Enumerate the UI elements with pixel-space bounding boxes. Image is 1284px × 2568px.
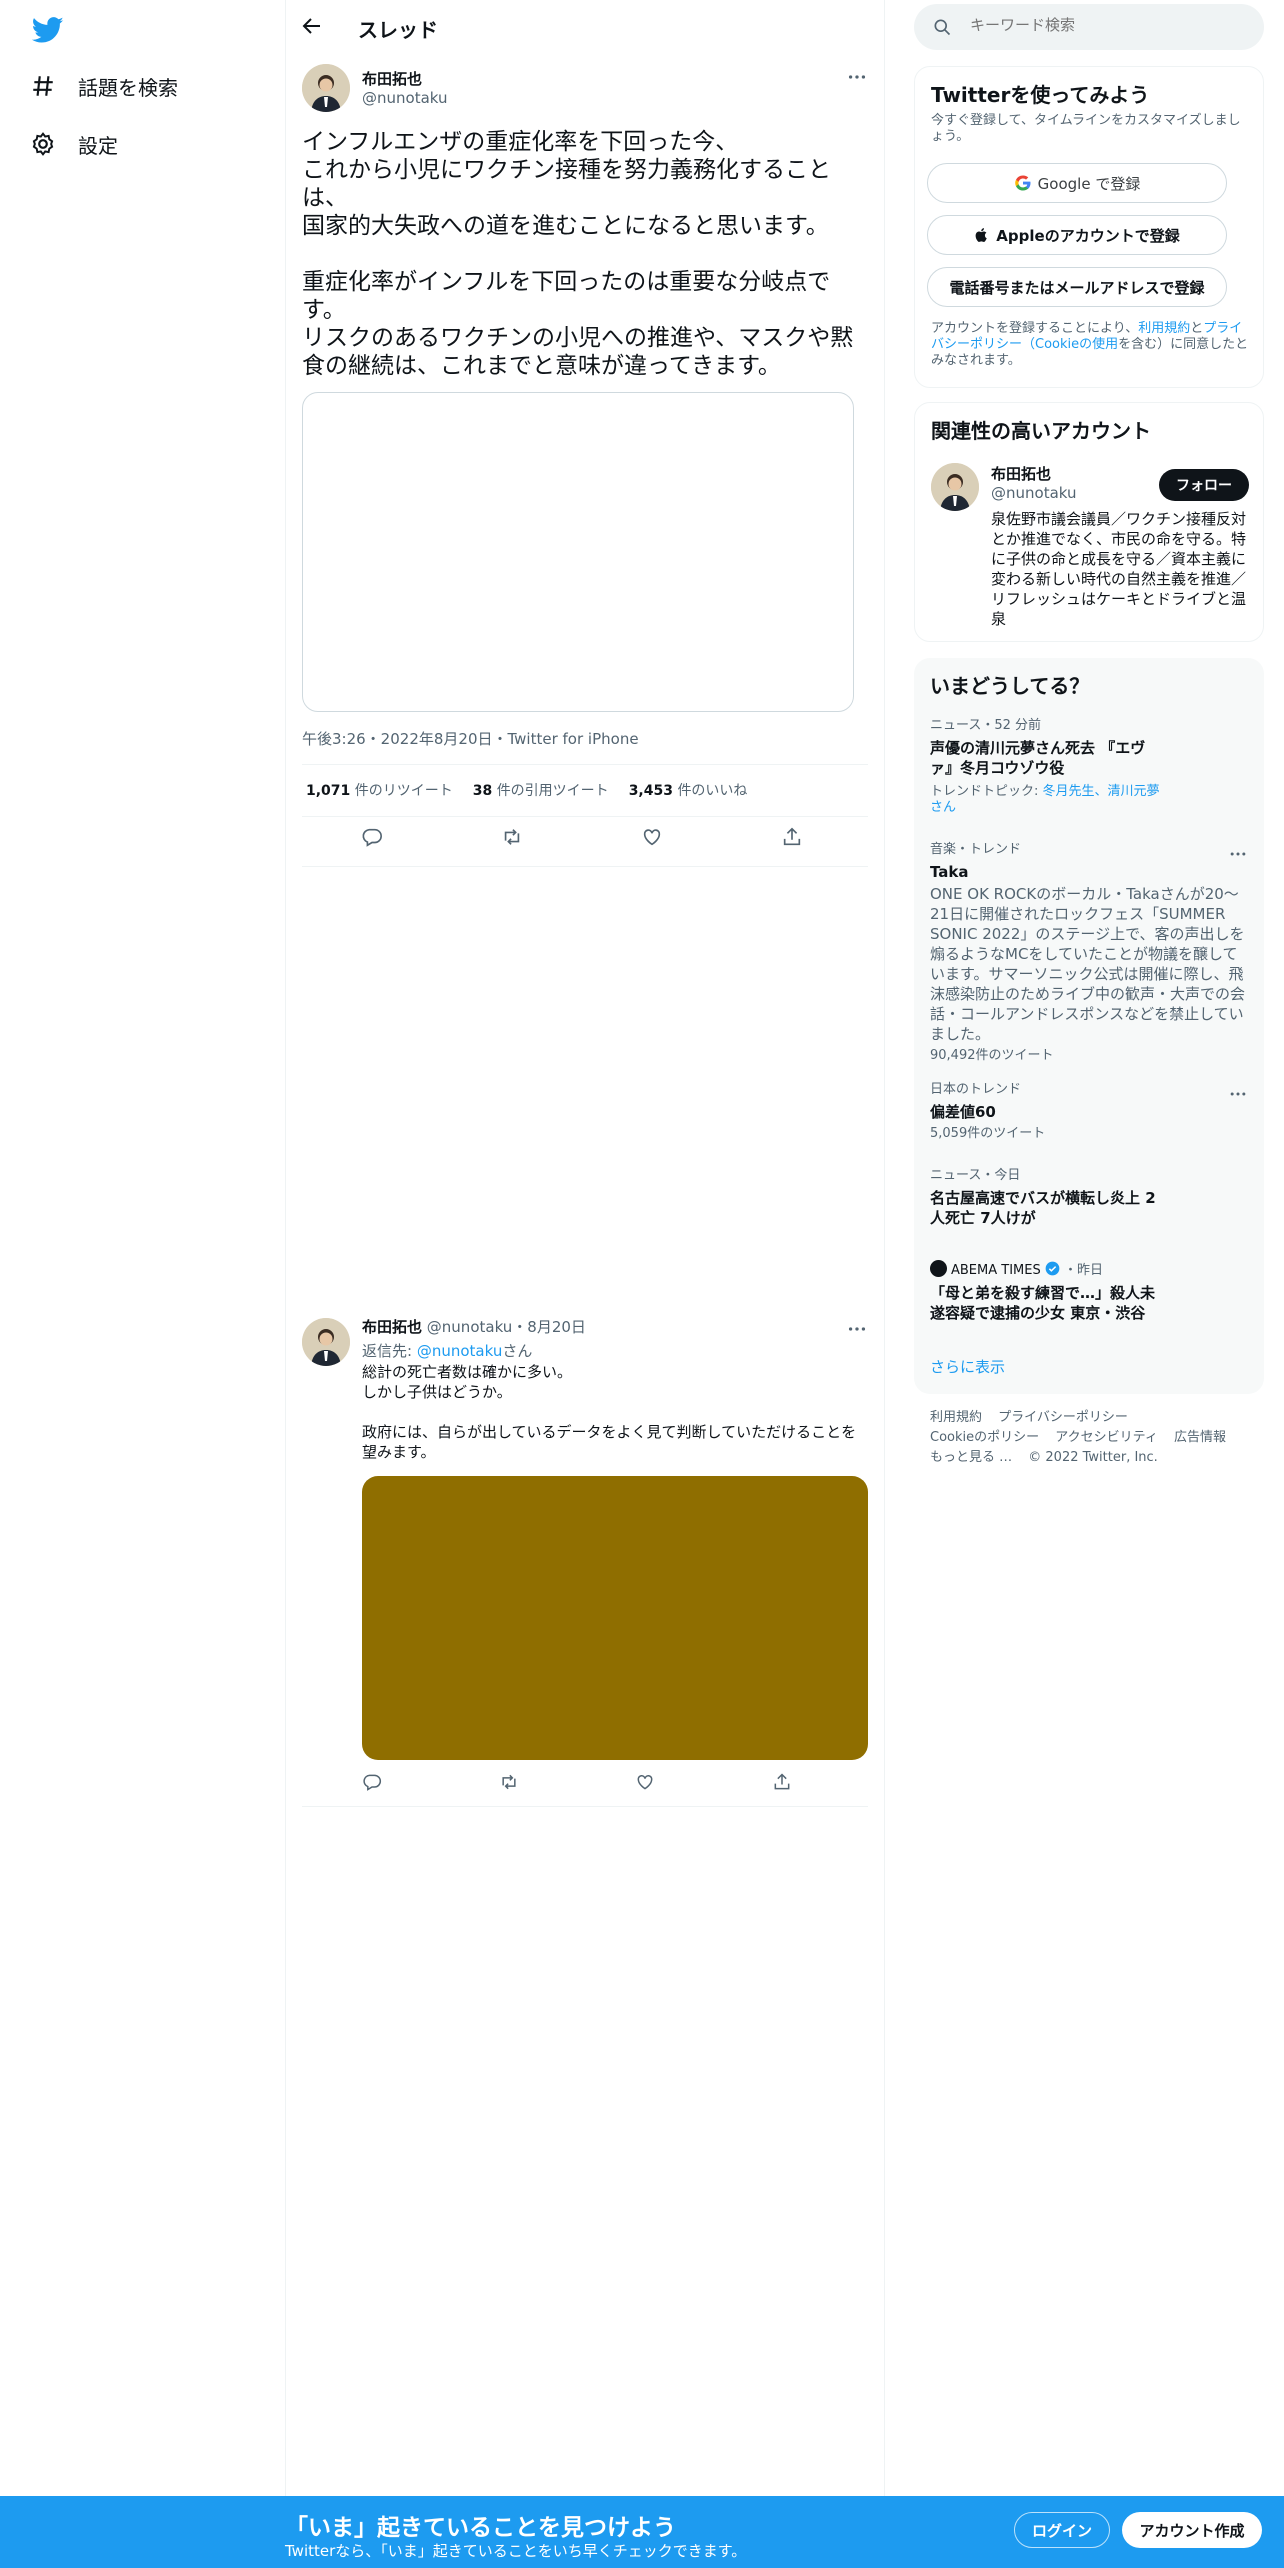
signup-card: Twitterを使ってみよう 今すぐ登録して、タイムラインをカスタマイズしましょ…: [914, 66, 1264, 388]
share-icon[interactable]: [772, 1772, 792, 1796]
related-accounts-card: 関連性の高いアカウント 布田拓也 @nunotaku フォロー 泉佐野市議会議員…: [914, 402, 1264, 642]
apple-signup-button[interactable]: Appleのアカウントで登録: [927, 215, 1227, 255]
trend-item[interactable]: ニュース・今日 名古屋高速でバスが横転し炎上 2人死亡 7人けが: [930, 1168, 1246, 1228]
gear-icon: [30, 131, 56, 157]
share-icon[interactable]: [781, 826, 803, 856]
reply-icon[interactable]: [362, 1772, 382, 1796]
back-arrow-icon[interactable]: [300, 14, 324, 38]
tweet-text: インフルエンザの重症化率を下回った今、 これから小児にワクチン接種を努力義務化す…: [302, 129, 854, 379]
related-handle[interactable]: @nunotaku: [991, 483, 1077, 502]
footer-links: 利用規約 プライバシーポリシー Cookieのポリシー アクセシビリティ 広告情…: [930, 1408, 1250, 1468]
trend-item[interactable]: 音楽・トレンド Taka ONE OK ROCKのボーカル・Takaさんが20～…: [930, 842, 1246, 1064]
footer-link[interactable]: プライバシーポリシー: [998, 1410, 1128, 1425]
divider: [884, 0, 885, 2496]
trend-item[interactable]: ABEMA TIMES ・昨日 「母と弟を殺す練習で…」殺人未遂容疑で逮捕の少女…: [930, 1260, 1246, 1323]
quotes-stat[interactable]: 38 件の引用ツイート: [473, 780, 609, 800]
signup-button[interactable]: アカウント作成: [1122, 2512, 1262, 2548]
reply-actions: [362, 1772, 792, 1796]
bottom-signup-bar: 「いま」起きていることを見つけよう Twitterなら、「いま」起きていることを…: [0, 2496, 1284, 2568]
footer-link[interactable]: 広告情報: [1174, 1430, 1226, 1445]
avatar[interactable]: [302, 1318, 350, 1366]
show-more-link[interactable]: さらに表示: [930, 1356, 1005, 1377]
reply-author[interactable]: 布田拓也 @nunotaku・8月20日: [362, 1316, 586, 1337]
retweet-icon[interactable]: [501, 826, 523, 856]
more-options-icon[interactable]: [1228, 844, 1248, 864]
login-button[interactable]: ログイン: [1014, 2512, 1110, 2548]
reply-icon[interactable]: [361, 826, 383, 856]
main-column: スレッド 布田拓也 @nunotaku インフルエンザの重症化率を下回った今、 …: [286, 0, 884, 2496]
nav-explore[interactable]: 話題を検索: [30, 62, 178, 110]
follow-button[interactable]: フォロー: [1159, 469, 1249, 501]
divider: [302, 816, 868, 817]
divider: [302, 1806, 868, 1807]
left-nav: 話題を検索 設定: [0, 0, 285, 2496]
hashtag-icon: [30, 73, 56, 99]
bottom-bar-title: 「いま」起きていることを見つけよう: [285, 2515, 676, 2541]
more-options-icon[interactable]: [1228, 1084, 1248, 1104]
verified-badge-icon: [1045, 1261, 1060, 1276]
tweet-media-card[interactable]: [302, 392, 854, 712]
divider: [302, 866, 868, 867]
tweet-timestamp[interactable]: 午後3:26・2022年8月20日・Twitter for iPhone: [302, 728, 639, 749]
related-title: 関連性の高いアカウント: [931, 419, 1151, 443]
abema-logo-icon: [930, 1260, 947, 1277]
divider: [302, 764, 868, 765]
trend-item[interactable]: 日本のトレンド 偏差値60 5,059件のツイート: [930, 1082, 1246, 1142]
footer-link[interactable]: 利用規約: [930, 1410, 982, 1425]
search-icon: [932, 17, 952, 37]
copyright: © 2022 Twitter, Inc.: [1028, 1450, 1158, 1465]
author-name[interactable]: 布田拓也: [362, 68, 422, 89]
like-icon[interactable]: [635, 1772, 655, 1796]
nav-explore-label: 話題を検索: [78, 75, 178, 100]
retweets-stat[interactable]: 1,071 件のリツイート: [306, 780, 453, 800]
trends-title: いまどうしてる？: [930, 674, 1090, 698]
footer-link[interactable]: アクセシビリティ: [1055, 1430, 1158, 1445]
reply-media-image[interactable]: [362, 1476, 868, 1760]
tweet-actions: [302, 826, 862, 856]
twitter-bird-icon[interactable]: [32, 14, 64, 46]
bottom-bar-subtitle: Twitterなら、「いま」起きていることをいち早くチェックできます。: [285, 2542, 747, 2560]
like-icon[interactable]: [641, 826, 663, 856]
reply-to-line: 返信先: @nunotakuさん: [362, 1342, 533, 1360]
google-g-icon: [1014, 174, 1032, 192]
terms-link[interactable]: 利用規約: [1138, 321, 1190, 336]
thread-header: スレッド: [286, 0, 884, 53]
tweet-stats: 1,071 件のリツイート 38 件の引用ツイート 3,453 件のいいね: [306, 780, 747, 800]
avatar[interactable]: [931, 463, 979, 511]
search-input[interactable]: [970, 16, 1250, 34]
search-bar[interactable]: [914, 4, 1264, 50]
phone-signup-label: 電話番号またはメールアドレスで登録: [949, 278, 1205, 297]
apple-signup-label: Appleのアカウントで登録: [996, 226, 1180, 245]
related-bio: 泉佐野市議会議員／ワクチン接種反対とか推進でなく、市民の命を守る。特に子供の命と…: [991, 510, 1247, 628]
trends-card: いまどうしてる？ ニュース・52 分前 声優の清川元夢さん死去 『エヴァ』冬月コ…: [914, 658, 1264, 1394]
author-handle[interactable]: @nunotaku: [362, 88, 448, 107]
google-signup-button[interactable]: Google で登録: [927, 163, 1227, 203]
signup-subtitle: 今すぐ登録して、タイムラインをカスタマイズしましょう。: [931, 113, 1241, 144]
reply-to-link[interactable]: @nunotaku: [417, 1342, 503, 1360]
terms-notice: アカウントを登録することにより、利用規約とプライバシーポリシー（Cookieの使…: [931, 321, 1249, 368]
nav-settings[interactable]: 設定: [30, 120, 118, 168]
signup-title: Twitterを使ってみよう: [931, 83, 1150, 107]
trend-item[interactable]: ニュース・52 分前 声優の清川元夢さん死去 『エヴァ』冬月コウゾウ役 トレンド…: [930, 718, 1246, 816]
nav-settings-label: 設定: [78, 133, 118, 158]
likes-stat[interactable]: 3,453 件のいいね: [629, 780, 748, 800]
more-options-icon[interactable]: [846, 66, 868, 88]
retweet-icon[interactable]: [499, 1772, 519, 1796]
footer-link[interactable]: もっと見る …: [930, 1450, 1012, 1465]
avatar[interactable]: [302, 64, 350, 112]
page-title: スレッド: [358, 18, 438, 42]
phone-signup-button[interactable]: 電話番号またはメールアドレスで登録: [927, 267, 1227, 307]
footer-link[interactable]: Cookieのポリシー: [930, 1430, 1039, 1445]
more-options-icon[interactable]: [846, 1318, 868, 1340]
google-signup-label: Google で登録: [1037, 174, 1141, 193]
apple-icon: [974, 227, 990, 243]
related-name[interactable]: 布田拓也: [991, 463, 1051, 484]
reply-text: 総計の死亡者数は確かに多い。 しかし子供はどうか。 政府には、自らが出しているデ…: [362, 1363, 857, 1461]
